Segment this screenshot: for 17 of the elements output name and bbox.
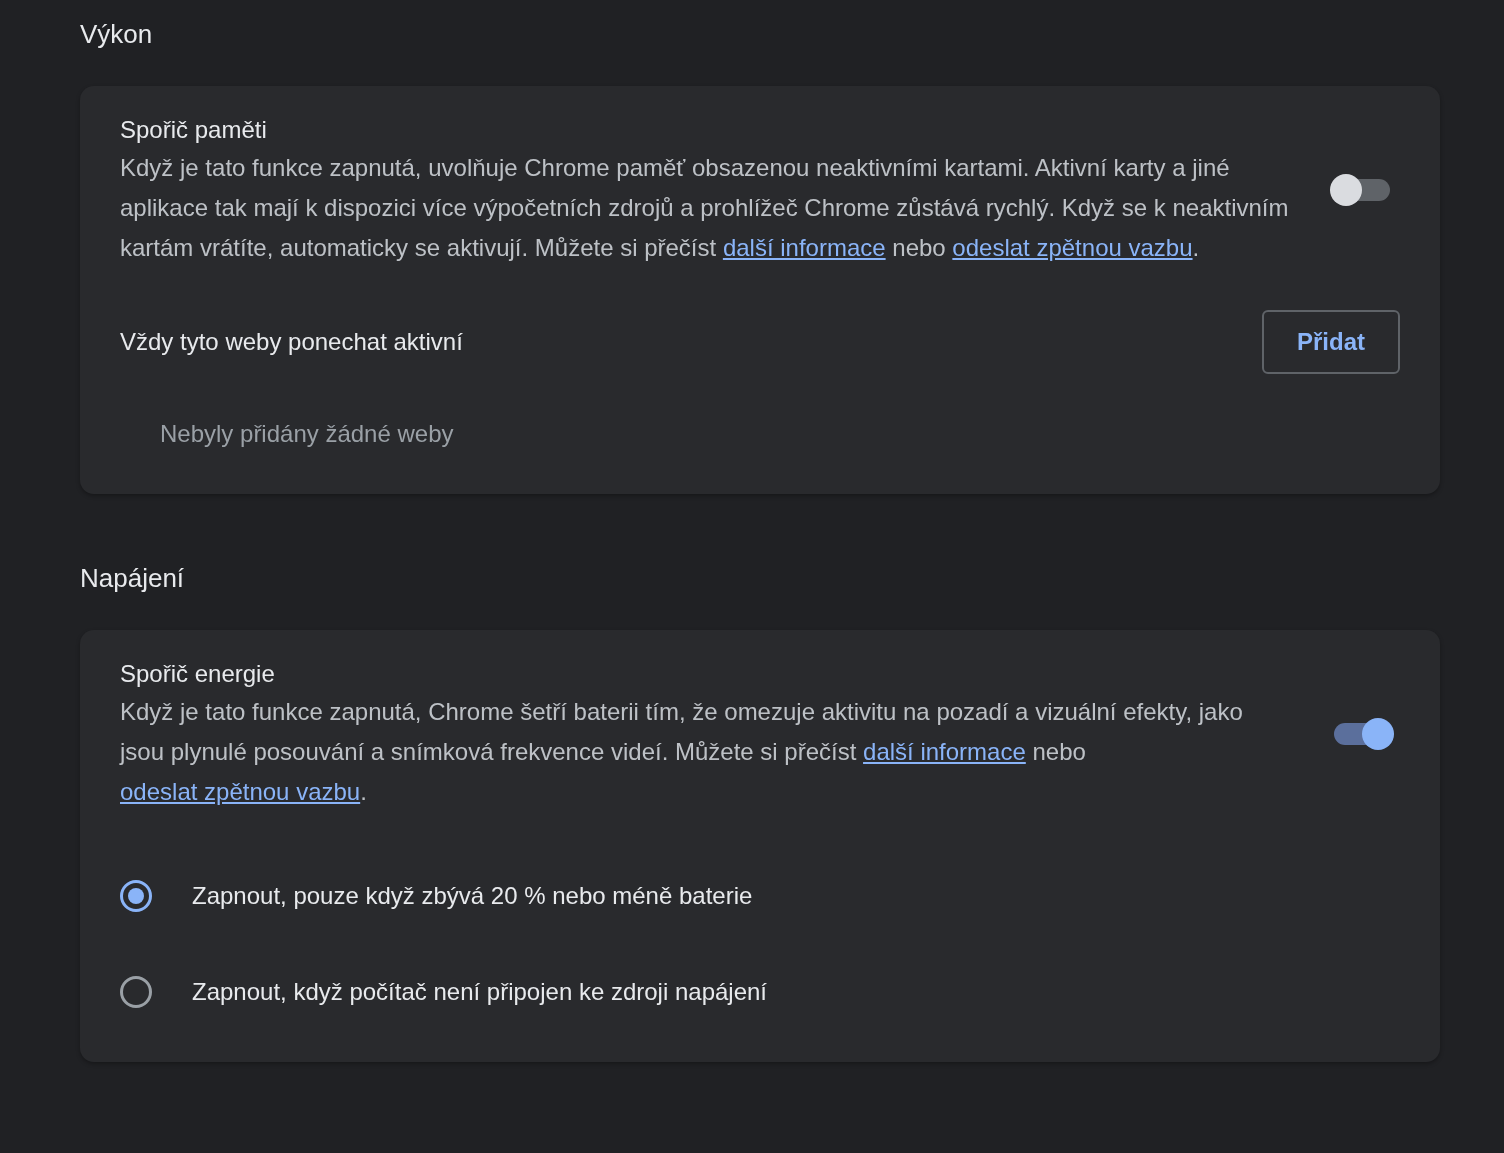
setting-label: Vždy tyto weby ponechat aktivní bbox=[120, 328, 463, 356]
link[interactable]: další informace bbox=[722, 234, 886, 261]
setting-title: Spořič paměti bbox=[120, 115, 268, 145]
setting-description: Když je tato funkce zapnutá, uvolňuje Chrome paměť obsazenou neaktivními kartami. Aktivní karty a jiné aplikace tak mají k dispozici více výpočetních zdrojů a prohlížeč Chrome zůstává rychlý. Když se k neaktivním kartám vrátíte, automaticky se aktivují. Můžete si přečíst další informace nebo odeslat zpětnou vazbu. bbox=[120, 153, 1290, 263]
option-label[interactable]: Zapnout, když počítač není připojen ke zdroji napájení bbox=[192, 978, 768, 1006]
link[interactable]: další informace bbox=[863, 738, 1026, 765]
section-heading: Napájení bbox=[80, 562, 186, 595]
setting-description: Když je tato funkce zapnutá, Chrome šetří baterii tím, že omezuje aktivitu na pozadí a vizuální efekty, jako jsou plynulé posouvání a snímková frekvence videí. Můžete si přečíst další informace nebo odeslat zpětnou vazbu. bbox=[120, 697, 1244, 807]
radio-button[interactable] bbox=[120, 976, 152, 1008]
empty-list-message: Nebyly přidány žádné weby bbox=[159, 419, 455, 449]
setting-title: Spořič energie bbox=[120, 659, 276, 689]
add-button[interactable]: Přidat bbox=[1262, 310, 1400, 374]
radio-button[interactable] bbox=[120, 880, 152, 912]
section-heading: Výkon bbox=[80, 18, 154, 51]
link[interactable]: odeslat zpětnou vazbu bbox=[120, 778, 361, 805]
link[interactable]: odeslat zpětnou vazbu bbox=[952, 234, 1193, 261]
option-label[interactable]: Zapnout, pouze když zbývá 20 % nebo méně baterie bbox=[192, 882, 753, 910]
